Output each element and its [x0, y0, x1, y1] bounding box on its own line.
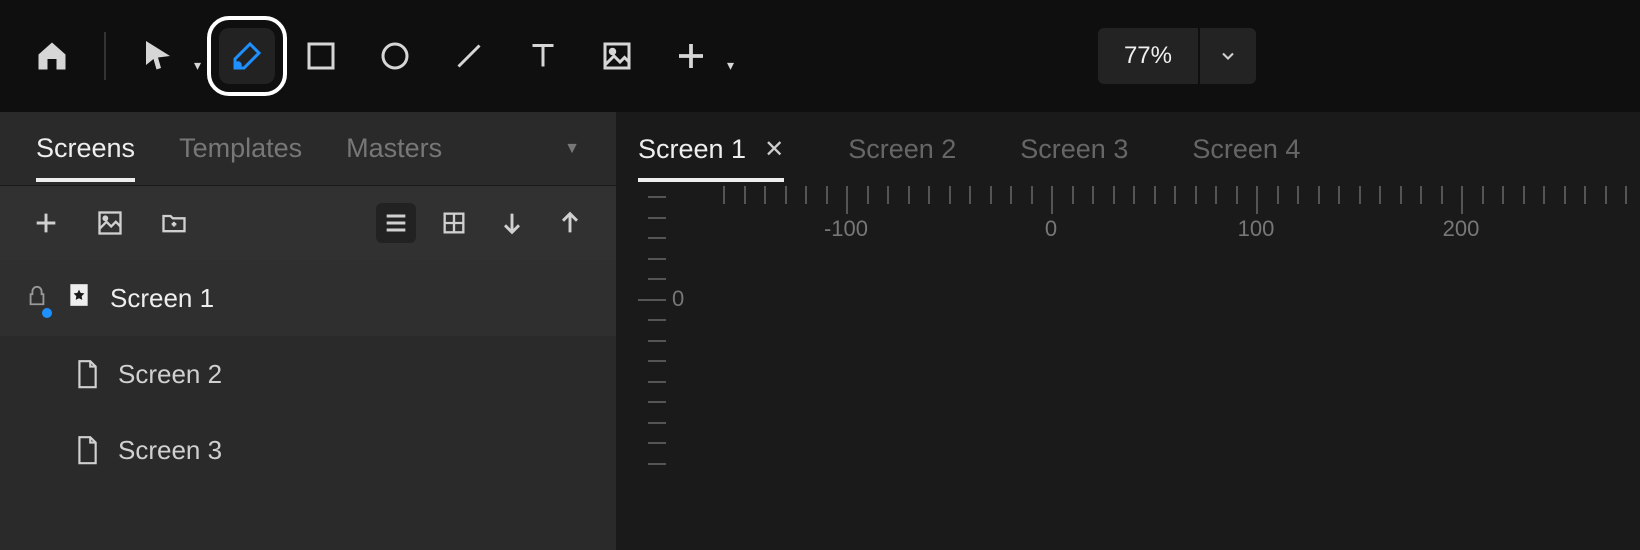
canvas-tab[interactable]: Screen 3	[1020, 117, 1128, 182]
cursor-caret-icon[interactable]: ▾	[194, 57, 201, 74]
document-icon	[74, 435, 100, 465]
sidebar: Screens Templates Masters ▼	[0, 112, 616, 550]
screen-item-label: Screen 1	[110, 283, 214, 314]
canvas-area: Screen 1 ✕ Screen 2 Screen 3 Screen 4 -1…	[616, 112, 1640, 550]
plus-icon[interactable]	[663, 28, 719, 84]
canvas-tab[interactable]: Screen 1 ✕	[638, 117, 784, 182]
list-item[interactable]: Screen 2	[0, 336, 616, 412]
canvas-tab[interactable]: Screen 2	[848, 117, 956, 182]
screen-item-label: Screen 2	[118, 359, 222, 390]
status-dot	[42, 308, 52, 318]
text-icon[interactable]	[515, 28, 571, 84]
ruler-area[interactable]: -100 0 100 200	[616, 186, 1640, 550]
zoom-caret-icon[interactable]	[1200, 28, 1256, 84]
zoom-value[interactable]: 77%	[1098, 28, 1200, 84]
tab-masters[interactable]: Masters	[346, 115, 442, 182]
view-grid-button[interactable]	[434, 203, 474, 243]
view-list-button[interactable]	[376, 203, 416, 243]
new-folder-button[interactable]	[154, 203, 194, 243]
sidebar-actions	[0, 186, 616, 260]
screen-item-label: Screen 3	[118, 435, 222, 466]
ruler-vertical: 0	[616, 186, 666, 550]
list-item[interactable]: Screen 3	[0, 412, 616, 488]
canvas-tabs: Screen 1 ✕ Screen 2 Screen 3 Screen 4	[616, 112, 1640, 186]
image-icon[interactable]	[589, 28, 645, 84]
rectangle-icon[interactable]	[293, 28, 349, 84]
tab-templates[interactable]: Templates	[179, 115, 302, 182]
cursor-icon[interactable]	[130, 28, 186, 84]
tab-screens[interactable]: Screens	[36, 115, 135, 182]
canvas-tab[interactable]: Screen 4	[1192, 117, 1300, 182]
main: Screens Templates Masters ▼	[0, 112, 1640, 550]
sort-up-button[interactable]	[550, 203, 590, 243]
canvas-tab-label: Screen 3	[1020, 134, 1128, 165]
add-screen-button[interactable]	[26, 203, 66, 243]
ruler-label: 200	[1443, 216, 1480, 242]
toolbar: ▾ ▾ 77%	[0, 0, 1640, 112]
ruler-label: 0	[672, 286, 684, 312]
screen-list: Screen 1 Screen 2 Screen 3	[0, 260, 616, 550]
canvas-tab-label: Screen 2	[848, 134, 956, 165]
ruler-label: -100	[824, 216, 868, 242]
ellipse-icon[interactable]	[367, 28, 423, 84]
ruler-label: 100	[1238, 216, 1275, 242]
sidebar-tabs: Screens Templates Masters ▼	[0, 112, 616, 186]
lock-icon	[26, 283, 48, 314]
canvas-tab-label: Screen 4	[1192, 134, 1300, 165]
home-icon[interactable]	[24, 28, 80, 84]
pen-icon[interactable]	[219, 28, 275, 84]
canvas-tab-label: Screen 1	[638, 134, 746, 165]
toolbar-divider	[104, 32, 106, 80]
sort-down-button[interactable]	[492, 203, 532, 243]
close-icon[interactable]: ✕	[764, 135, 784, 164]
zoom-control[interactable]: 77%	[1098, 28, 1256, 84]
plus-caret-icon[interactable]: ▾	[727, 57, 734, 74]
star-icon	[66, 280, 92, 317]
document-icon	[74, 359, 100, 389]
line-icon[interactable]	[441, 28, 497, 84]
image-asset-button[interactable]	[90, 203, 130, 243]
list-item[interactable]: Screen 1	[0, 260, 616, 336]
ruler-horizontal: -100 0 100 200	[666, 186, 1640, 242]
sidebar-tabs-caret-icon[interactable]: ▼	[564, 140, 580, 158]
ruler-label: 0	[1045, 216, 1057, 242]
